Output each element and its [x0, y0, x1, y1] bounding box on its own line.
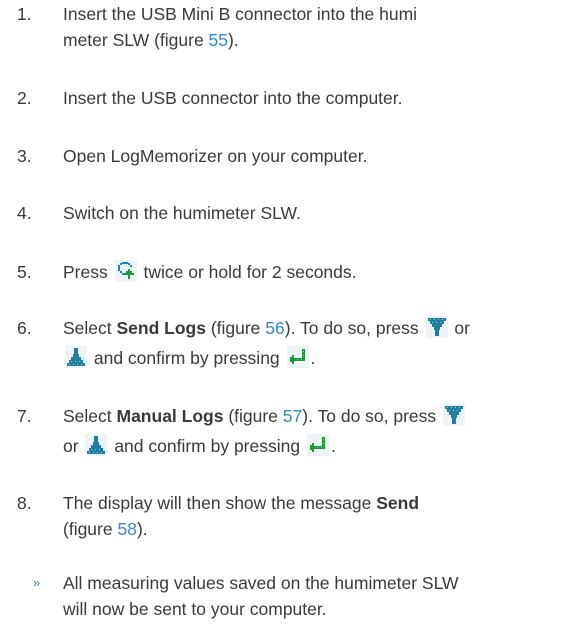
up-arrow-icon — [65, 346, 87, 368]
up-arrow-icon — [85, 434, 108, 456]
figure-link[interactable]: 57 — [283, 406, 302, 426]
step-number: 5. — [17, 262, 32, 282]
step-text: Insert the USB connector into the comput… — [63, 88, 403, 108]
step-text: Insert the USB Mini B connector into the… — [63, 1, 553, 53]
step-text-end: ). — [136, 519, 148, 539]
step-text: Switch on the humimeter SLW. — [63, 203, 301, 223]
figure-link[interactable]: 55 — [209, 30, 228, 50]
menu-option-name: Send Logs — [116, 318, 206, 338]
step-number: 3. — [17, 146, 32, 166]
step-text: Press twice or hold for 2 seconds. — [63, 259, 553, 285]
step-text-part: twice or hold for 2 seconds. — [143, 262, 357, 282]
enter-icon — [286, 346, 309, 368]
step-text-part: (figure — [205, 318, 266, 338]
step-text-end: . — [330, 436, 336, 456]
step-text-part: and confirm by pressing — [114, 436, 301, 456]
step-text-line: Insert the USB Mini B connector into the… — [63, 4, 418, 24]
step-text-part: and confirm by pressing — [93, 348, 280, 368]
step-number: 7. — [17, 406, 32, 426]
result-text: All measuring values saved on the humime… — [63, 570, 553, 622]
step-number: 6. — [17, 318, 32, 338]
figure-link[interactable]: 56 — [265, 318, 284, 338]
step-text-end: ). — [228, 30, 239, 50]
step-text-part: (figure — [223, 406, 283, 426]
rotate-arrow-icon — [114, 260, 137, 282]
down-arrow-icon — [425, 316, 448, 338]
down-arrow-icon — [443, 404, 466, 426]
result-text-line: will now be sent to your computer. — [63, 599, 327, 619]
figure-link[interactable]: 58 — [117, 519, 136, 539]
step-text-part: Select — [63, 318, 117, 338]
step-text-part: (figure — [63, 519, 118, 539]
step-text: Select Send Logs (figure 56). To do so, … — [63, 313, 553, 373]
step-text-part: or — [454, 318, 470, 338]
message-name: Send — [376, 493, 420, 513]
step-number: 4. — [17, 203, 32, 223]
step-text: The display will then show the message S… — [63, 490, 553, 542]
step-text-part: ). To do so, press — [284, 318, 419, 338]
result-bullet: » — [33, 575, 41, 590]
step-number: 1. — [17, 4, 32, 24]
step-text: Select Manual Logs (figure 57). To do so… — [63, 401, 553, 461]
step-text-part: Press — [63, 262, 108, 282]
step-text-part: Select — [63, 406, 117, 426]
step-text-part: or — [63, 436, 79, 456]
step-text-part: ). To do so, press — [302, 406, 437, 426]
step-text-end: . — [310, 348, 316, 368]
step-text-line: meter SLW (figure — [63, 30, 209, 50]
step-number: 2. — [17, 88, 32, 108]
step-text-part: The display will then show the message — [63, 493, 377, 513]
result-text-line: All measuring values saved on the humime… — [63, 573, 459, 593]
step-number: 8. — [17, 493, 32, 513]
enter-icon — [306, 434, 329, 456]
menu-option-name: Manual Logs — [116, 406, 224, 426]
step-text: Open LogMemorizer on your computer. — [63, 146, 368, 166]
